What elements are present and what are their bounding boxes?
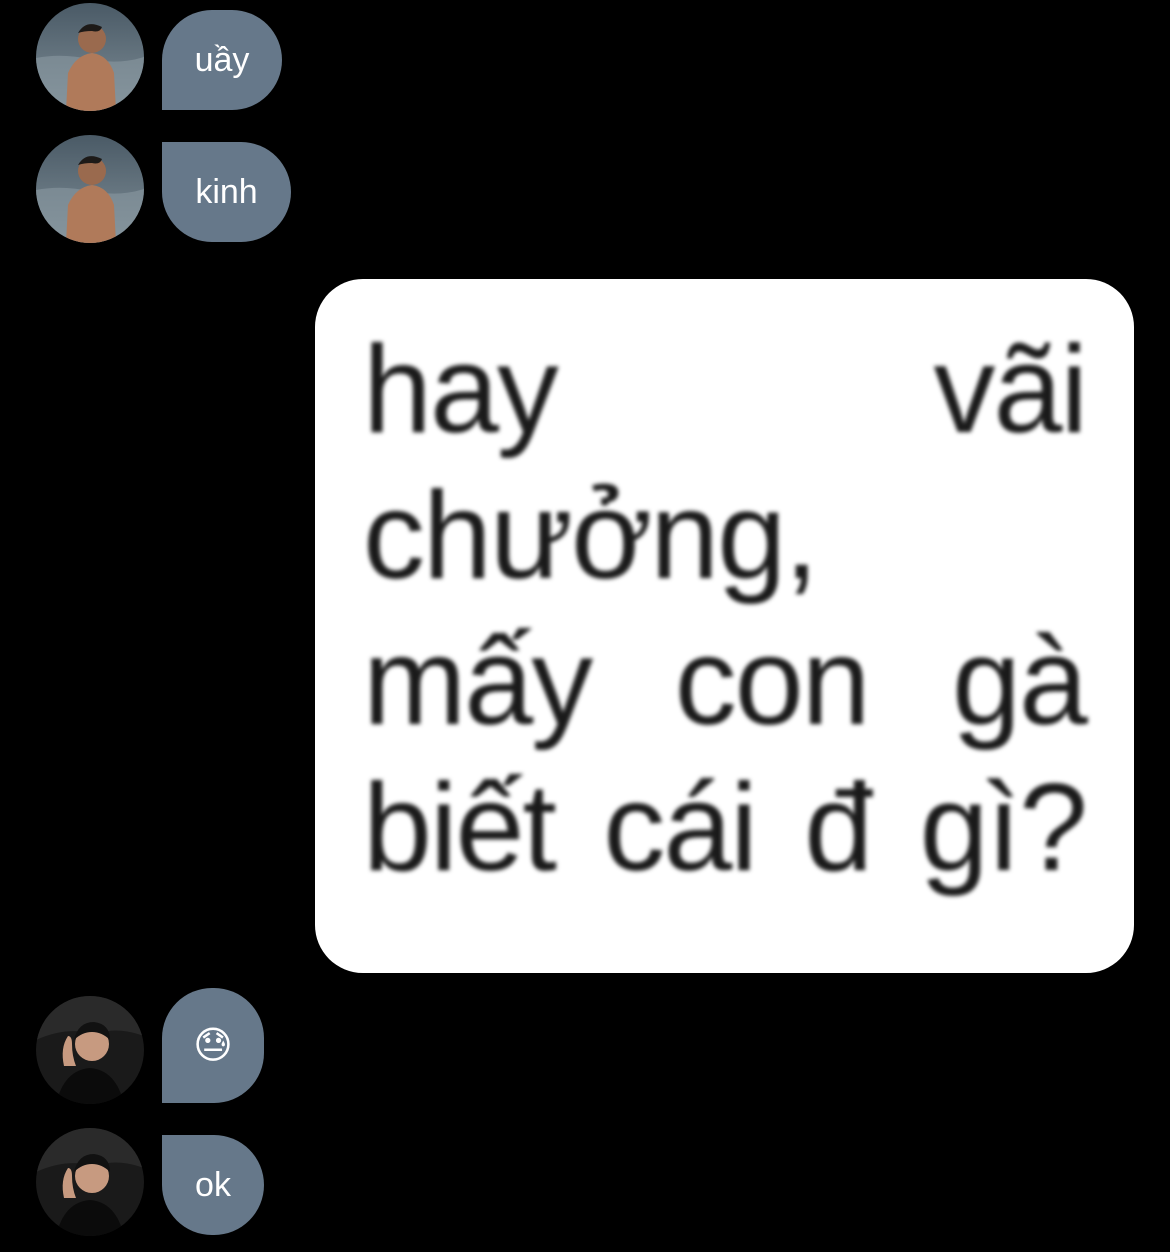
sticker-word: đ — [804, 759, 873, 897]
sticker-word: mấy — [363, 613, 593, 751]
message-text: ok — [195, 1166, 231, 1204]
avatar[interactable] — [36, 135, 144, 243]
avatar-dark-icon — [36, 996, 144, 1104]
message-bubble[interactable]: ok — [162, 1135, 264, 1235]
sticker-line: biết cái đ gì? — [363, 755, 1088, 901]
avatar-dark-icon — [36, 1128, 144, 1236]
sticker-word: hay — [363, 321, 559, 459]
message-text: kinh — [195, 173, 258, 211]
avatar[interactable] — [36, 3, 144, 111]
sticker-word: gà — [952, 613, 1088, 751]
sticker-word: gì? — [919, 759, 1088, 897]
sticker-line: chưởng, — [363, 463, 1086, 609]
sticker-line: mấy con gà — [363, 609, 1088, 755]
sticker-word: biết — [363, 759, 557, 897]
avatar[interactable] — [36, 1128, 144, 1236]
sticker-word: chưởng, — [363, 467, 819, 605]
sticker-text: hay vãi chưởng, mấy con gà biết cái đ gì… — [363, 317, 1088, 901]
sticker-word: con — [674, 613, 871, 751]
message-bubble[interactable]: kinh — [162, 142, 291, 242]
message-bubble[interactable]: uầy — [162, 10, 282, 110]
avatar-beach-icon — [36, 3, 144, 111]
message-bubble[interactable]: 😓 — [162, 988, 264, 1103]
sticker-line: hay vãi — [363, 317, 1088, 463]
message-text: uầy — [194, 41, 250, 79]
sticker-message[interactable]: hay vãi chưởng, mấy con gà biết cái đ gì… — [315, 279, 1134, 973]
sticker-word: vãi — [933, 321, 1088, 459]
avatar[interactable] — [36, 996, 144, 1104]
emoji-text: 😓 — [193, 1024, 233, 1067]
sticker-word: cái — [603, 759, 758, 897]
avatar-beach-icon — [36, 135, 144, 243]
